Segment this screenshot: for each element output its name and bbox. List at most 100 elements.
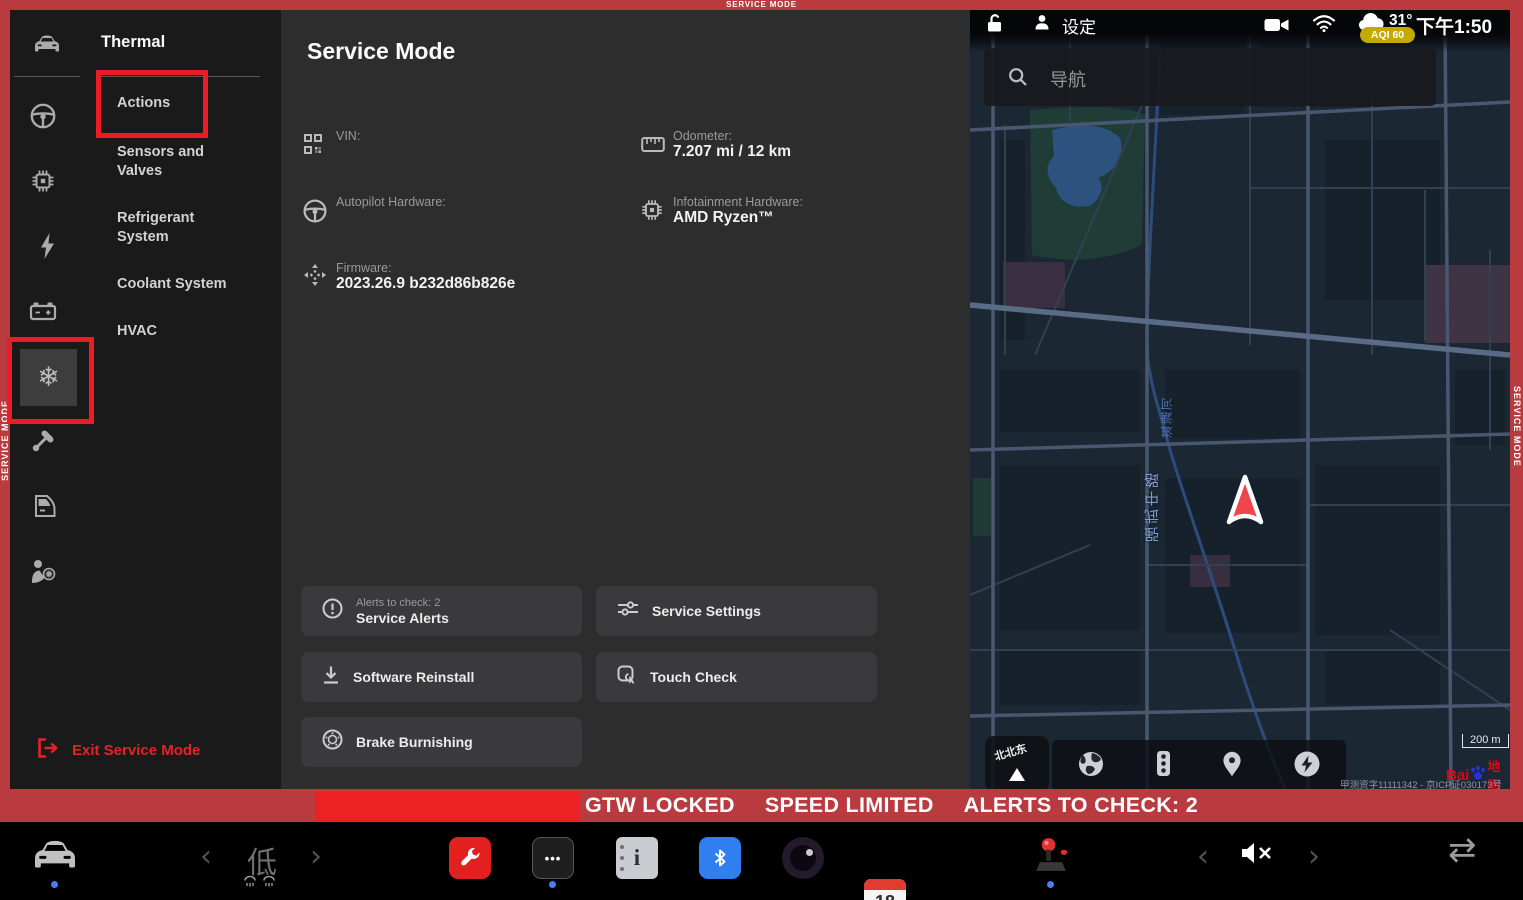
banner-gtw-locked: GTW LOCKED <box>585 793 735 818</box>
aqi-badge: AQI 60 <box>1360 27 1415 43</box>
calendar-day: 18 <box>864 892 906 900</box>
odometer-label: Odometer: <box>673 129 732 143</box>
map-river-label: 滋溏河 <box>1158 396 1175 438</box>
infotainment-chip-icon <box>640 198 664 227</box>
joystick-app-icon[interactable] <box>1030 835 1072 882</box>
firmware-icon <box>304 264 326 291</box>
calendar-app-icon[interactable]: 18 <box>864 879 906 900</box>
highlight-box-actions <box>96 70 208 138</box>
settings-label[interactable]: 设定 <box>1062 13 1096 38</box>
bluetooth-app-icon[interactable] <box>699 837 741 879</box>
infotainment-label: Infotainment Hardware: <box>673 195 803 209</box>
media-prev-chevron[interactable]: ‹ <box>1197 842 1209 872</box>
swap-arrows-icon[interactable]: ⇄ <box>1448 830 1477 870</box>
door-icon[interactable] <box>29 494 57 523</box>
firmware-label: Firmware: <box>336 261 392 275</box>
software-reinstall-label: Software Reinstall <box>353 669 474 685</box>
suspension-prev-chevron[interactable]: ‹ <box>200 842 212 872</box>
media-next-chevron[interactable]: › <box>1308 842 1320 872</box>
taskbar: ‹ 低 › ••• i 18 ★ ‹ › ⇄ <box>0 822 1523 900</box>
app-launcher-icon[interactable]: ••• <box>532 837 574 879</box>
location-pin-icon[interactable] <box>1222 751 1242 782</box>
bluetooth-icon <box>710 848 730 868</box>
north-arrow-icon <box>1009 768 1025 781</box>
map-region[interactable]: 强武中路 滋溏河 设定 31° AQI 60 下午1:50 导航 北北东 200 <box>970 10 1510 789</box>
menu-item-refrigerant-system[interactable]: Refrigerant System <box>117 209 247 247</box>
wrench-icon <box>458 846 482 870</box>
software-reinstall-button[interactable]: Software Reinstall <box>301 652 582 702</box>
volume-muted-icon[interactable] <box>1240 840 1274 871</box>
service-alerts-label: Service Alerts <box>356 610 449 626</box>
odometer-icon <box>641 136 665 158</box>
menu-item-hvac[interactable]: HVAC <box>117 322 157 341</box>
exit-service-mode-button[interactable]: Exit Service Mode <box>36 737 200 764</box>
service-settings-label: Service Settings <box>652 603 761 619</box>
highlight-rect-banner <box>315 792 580 822</box>
banner-speed-limited: SPEED LIMITED <box>765 793 934 818</box>
menu-item-sensors-and-valves[interactable]: Sensors and Valves <box>117 143 247 181</box>
steering-wheel-icon[interactable] <box>29 102 57 135</box>
map-scale: 200 m <box>1462 734 1509 748</box>
lightning-icon[interactable] <box>40 233 55 264</box>
exit-icon <box>36 737 58 764</box>
defrost-front-icon <box>243 875 257 894</box>
highlight-box-thermal-icon <box>7 337 94 424</box>
taskbar-car-icon[interactable] <box>30 838 80 877</box>
service-app-icon[interactable] <box>449 837 491 879</box>
car-icon[interactable] <box>32 34 62 59</box>
banner-alerts-to-check: ALERTS TO CHECK: 2 <box>964 793 1198 818</box>
brake-burnishing-label: Brake Burnishing <box>356 734 473 750</box>
service-mode-strip-top: SERVICE MODE <box>0 0 1523 10</box>
sidebar-divider <box>14 76 80 77</box>
menu-item-coolant-system[interactable]: Coolant System <box>117 275 267 294</box>
traffic-light-icon[interactable] <box>1156 750 1171 782</box>
touch-icon <box>617 665 637 690</box>
launcher-active-dot <box>549 881 556 888</box>
map-road-label: 强武中路 <box>1142 470 1163 542</box>
service-mode-strip-right: SERVICE MODE <box>1510 10 1523 789</box>
release-notes-app-icon[interactable]: i <box>616 837 658 879</box>
car-app-active-dot <box>51 881 58 888</box>
download-icon <box>322 665 340 690</box>
firmware-value: 2023.26.9 b232d86b826e <box>336 275 515 293</box>
vin-label: VIN: <box>336 129 360 143</box>
service-settings-button[interactable]: Service Settings <box>596 586 877 636</box>
compass-bearing: 北北东 <box>992 740 1028 764</box>
autopilot-label: Autopilot Hardware: <box>336 195 446 209</box>
main-content: Service Mode VIN: Odometer: 7.207 mi / 1… <box>281 10 970 789</box>
profile-icon[interactable] <box>1034 14 1050 35</box>
chip-icon[interactable] <box>30 168 56 199</box>
map-attribution-icp: 甲测资字11111342 - 京ICP证030173号 <box>1300 777 1502 789</box>
infotainment-value: AMD Ryzen™ <box>673 209 774 227</box>
clock: 下午1:50 <box>1416 12 1492 39</box>
unlock-icon[interactable] <box>986 13 1003 38</box>
joystick-active-dot <box>1047 881 1054 888</box>
suspension-next-chevron[interactable]: › <box>310 842 322 872</box>
menu-title: Thermal <box>101 33 165 52</box>
search-icon <box>1008 67 1028 92</box>
dashcam-icon[interactable] <box>1264 17 1289 38</box>
screen: ❄ Thermal Actions Sensors and Valves Ref… <box>0 0 1523 900</box>
map-canvas <box>970 10 1510 789</box>
service-alerts-button[interactable]: Alerts to check: 2 Service Alerts <box>301 586 582 636</box>
exit-label: Exit Service Mode <box>72 742 200 759</box>
touch-check-label: Touch Check <box>650 669 737 685</box>
camera-app-icon[interactable] <box>782 837 824 879</box>
service-alerts-subtitle: Alerts to check: 2 <box>356 597 449 610</box>
odometer-value: 7.207 mi / 12 km <box>673 143 791 161</box>
page-title: Service Mode <box>307 38 455 65</box>
airbag-icon[interactable] <box>29 558 57 589</box>
alert-banner: GTW LOCKED SPEED LIMITED ALERTS TO CHECK… <box>0 789 1523 822</box>
satellite-globe-icon[interactable] <box>1077 750 1105 783</box>
touch-check-button[interactable]: Touch Check <box>596 652 877 702</box>
brake-burnishing-button[interactable]: Brake Burnishing <box>301 717 582 767</box>
battery-icon[interactable] <box>29 301 57 326</box>
defrost-rear-icon <box>262 875 276 894</box>
compass-widget[interactable]: 北北东 <box>985 736 1049 789</box>
alert-icon <box>322 598 343 624</box>
search-placeholder: 导航 <box>1050 66 1086 92</box>
brake-disc-icon <box>322 729 343 755</box>
autopilot-steering-icon <box>302 198 328 229</box>
suspension-icon[interactable] <box>30 428 56 459</box>
wifi-icon[interactable] <box>1312 14 1336 38</box>
